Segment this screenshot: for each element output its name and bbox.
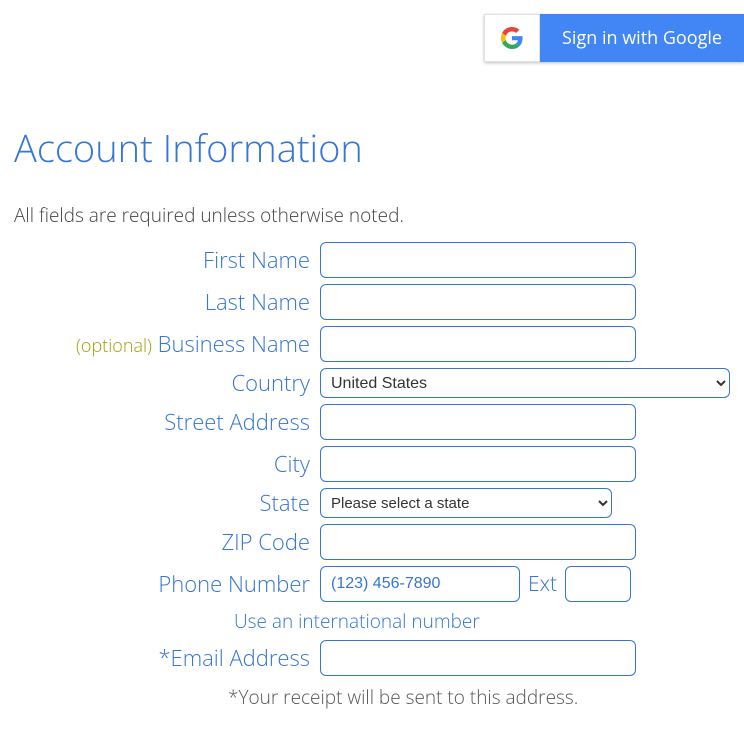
google-signin-button[interactable]: Sign in with Google xyxy=(484,14,744,62)
ext-input[interactable] xyxy=(565,566,631,602)
required-note: All fields are required unless otherwise… xyxy=(14,202,730,228)
street-address-input[interactable] xyxy=(320,404,636,440)
country-label: Country xyxy=(14,368,320,398)
zip-label: ZIP Code xyxy=(14,527,320,557)
first-name-input[interactable] xyxy=(320,242,636,278)
google-signin-label: Sign in with Google xyxy=(540,14,744,62)
page-title: Account Information xyxy=(14,122,730,174)
zip-input[interactable] xyxy=(320,524,636,560)
phone-label: Phone Number xyxy=(14,569,320,599)
ext-label: Ext xyxy=(528,570,557,598)
city-label: City xyxy=(14,449,320,479)
email-input[interactable] xyxy=(320,640,636,676)
first-name-label: First Name xyxy=(14,245,320,275)
city-input[interactable] xyxy=(320,446,636,482)
state-select[interactable]: Please select a state xyxy=(320,488,612,518)
state-label: State xyxy=(14,488,320,518)
international-number-link[interactable]: Use an international number xyxy=(234,608,480,634)
optional-tag: (optional) xyxy=(76,334,152,358)
business-name-label: (optional) Business Name xyxy=(14,329,320,359)
street-address-label: Street Address xyxy=(14,407,320,437)
business-name-input[interactable] xyxy=(320,326,636,362)
email-label: *Email Address xyxy=(14,643,320,673)
last-name-label: Last Name xyxy=(14,287,320,317)
receipt-note: *Your receipt will be sent to this addre… xyxy=(228,684,578,710)
country-select[interactable]: United States xyxy=(320,368,730,398)
phone-input[interactable] xyxy=(320,566,520,602)
last-name-input[interactable] xyxy=(320,284,636,320)
google-icon xyxy=(484,14,540,62)
